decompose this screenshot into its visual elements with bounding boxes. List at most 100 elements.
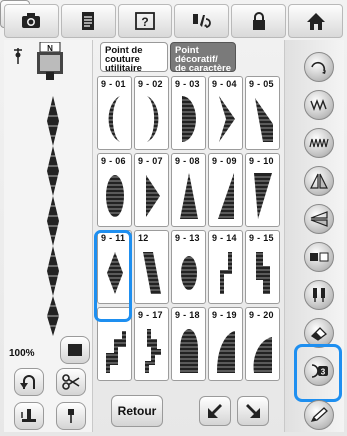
stitch-number: 9 - 04 — [212, 79, 237, 89]
stitch-pattern-icon — [213, 173, 239, 219]
stitch-number: 9 - 19 — [212, 310, 237, 320]
stitch-number: 9 - 17 — [138, 310, 163, 320]
stitch-cell[interactable]: 9 - 10 — [245, 153, 280, 227]
stitch-cell[interactable]: 9 - 03 — [171, 76, 206, 150]
stitch-cell[interactable]: 9 - 20 — [245, 307, 280, 381]
retour-button[interactable]: Retour — [111, 395, 163, 427]
screen: ? N 100% Point de couture utilitaire Poi… — [0, 0, 347, 436]
camera-button[interactable] — [4, 4, 59, 38]
eraser-icon — [310, 327, 327, 341]
needle-thread-button[interactable] — [174, 4, 230, 38]
mirror-vertical-button[interactable] — [304, 166, 334, 196]
stitch-pattern-icon — [213, 252, 239, 295]
presser-foot-area: N — [14, 42, 84, 89]
stitch-number: 9 - 08 — [175, 156, 200, 166]
document-button[interactable] — [60, 4, 116, 38]
stitch-pattern-icon — [250, 330, 276, 373]
home-button[interactable] — [288, 4, 343, 38]
home-icon — [306, 13, 325, 30]
left-panel: N 100% — [4, 40, 93, 432]
stitch-cell[interactable]: 9 - 14 — [208, 230, 243, 304]
tab-decorative-stitch[interactable]: Point décoratif/ de caractère — [170, 42, 236, 73]
tab-utility-label: Point de couture utilitaire — [105, 45, 143, 74]
stitch-cell[interactable]: 9 - 19 — [208, 307, 243, 381]
stitch-cell[interactable]: 9 - 08 — [171, 153, 206, 227]
stitch-pattern-icon — [139, 252, 165, 295]
stitch-cell[interactable]: 9 - 09 — [208, 153, 243, 227]
stitch-cell[interactable]: 12 — [134, 230, 169, 304]
spacing-button-highlight — [294, 344, 342, 402]
presser-foot-lever-button[interactable] — [14, 402, 44, 430]
stitch-pattern-icon — [102, 96, 128, 142]
stitch-cell[interactable]: 9 - 13 — [171, 230, 206, 304]
presser-foot-icon: N — [37, 42, 63, 80]
reverse-stitch-icon — [20, 375, 35, 389]
stitch-cell[interactable]: 9 - 07 — [134, 153, 169, 227]
stitch-pattern-icon — [213, 330, 239, 373]
undo-button[interactable] — [304, 52, 334, 82]
stitch-cell[interactable]: 9 - 18 — [171, 307, 206, 381]
stitch-cell[interactable]: 9 - 04 — [208, 76, 243, 150]
thread-cutter-button[interactable] — [56, 368, 86, 396]
stitch-cell[interactable]: 9 - 05 — [245, 76, 280, 150]
stitch-pattern-icon — [176, 253, 202, 295]
pen-button[interactable] — [304, 400, 334, 430]
scroll-up-button[interactable] — [199, 396, 231, 426]
zoom-level: 100% — [9, 348, 35, 359]
document-icon — [82, 12, 95, 30]
stitch-number: 9 - 14 — [212, 233, 237, 243]
stitch-number: 9 - 06 — [101, 156, 126, 166]
undo-spiral-icon — [311, 61, 326, 74]
stitch-pattern-icon — [139, 96, 165, 142]
pattern-toggle-button[interactable] — [304, 242, 334, 272]
scroll-down-button[interactable] — [237, 396, 269, 426]
tab-utility-stitch[interactable]: Point de couture utilitaire — [100, 42, 168, 74]
stitch-pattern-icon — [139, 175, 165, 218]
stitch-pattern-icon — [102, 175, 128, 218]
arrow-down-right-icon — [246, 404, 260, 418]
twin-needle-icon — [313, 288, 325, 302]
stitch-cell[interactable]: 9 - 06 — [97, 153, 132, 227]
needle-thread-icon — [192, 14, 211, 28]
mirror-horizontal-icon — [310, 211, 328, 227]
zoom-button[interactable] — [60, 336, 90, 364]
presser-foot-lever-icon — [21, 409, 36, 422]
camera-icon — [22, 13, 41, 28]
stitch-number: 9 - 20 — [249, 310, 274, 320]
stitch-pattern-icon — [250, 98, 276, 142]
stitch-number: 9 - 18 — [175, 310, 200, 320]
stitch-number: 12 — [138, 233, 149, 243]
stitch-number: 9 - 07 — [138, 156, 163, 166]
pattern-toggle-icon — [310, 252, 329, 262]
reverse-stitch-button[interactable] — [14, 368, 44, 396]
stitch-grid: 9 - 01 9 - 02 9 - 03 9 - 04 9 - 05 9 - 06 9 - … — [97, 76, 280, 382]
lock-button[interactable] — [231, 4, 287, 38]
stitch-cell[interactable]: 9 - 01 — [97, 76, 132, 150]
elongation-button[interactable] — [304, 90, 334, 120]
needle-position-button[interactable] — [56, 402, 86, 430]
mirror-vertical-icon — [310, 173, 328, 189]
stitch-number: 9 - 09 — [212, 156, 237, 166]
stitch-number: 9 - 15 — [249, 233, 274, 243]
twin-needle-button[interactable] — [304, 280, 334, 310]
stitch-number: 9 - 13 — [175, 233, 200, 243]
mirror-horizontal-button[interactable] — [304, 204, 334, 234]
stitch-number: 9 - 05 — [249, 79, 274, 89]
help-icon: ? — [135, 12, 155, 30]
stitch-pattern-icon — [102, 330, 128, 373]
stitch-pattern-icon — [139, 329, 165, 373]
stitch-cell[interactable]: 9 - 02 — [134, 76, 169, 150]
stitch-pattern-icon — [176, 329, 202, 373]
stitch-pattern-icon — [176, 96, 202, 142]
needle-down-icon — [68, 409, 74, 423]
stitch-cell[interactable]: 9 - 17 — [134, 307, 169, 381]
presser-foot-label: N — [47, 44, 53, 53]
scissors-icon — [62, 374, 80, 390]
help-button[interactable]: ? — [117, 4, 173, 38]
top-toolbar: ? — [4, 4, 343, 38]
density-button[interactable] — [304, 128, 334, 158]
stitch-number: 9 - 03 — [175, 79, 200, 89]
stitch-cell[interactable]: 9 - 15 — [245, 230, 280, 304]
square-icon — [68, 344, 82, 356]
elongation-icon — [310, 99, 327, 111]
